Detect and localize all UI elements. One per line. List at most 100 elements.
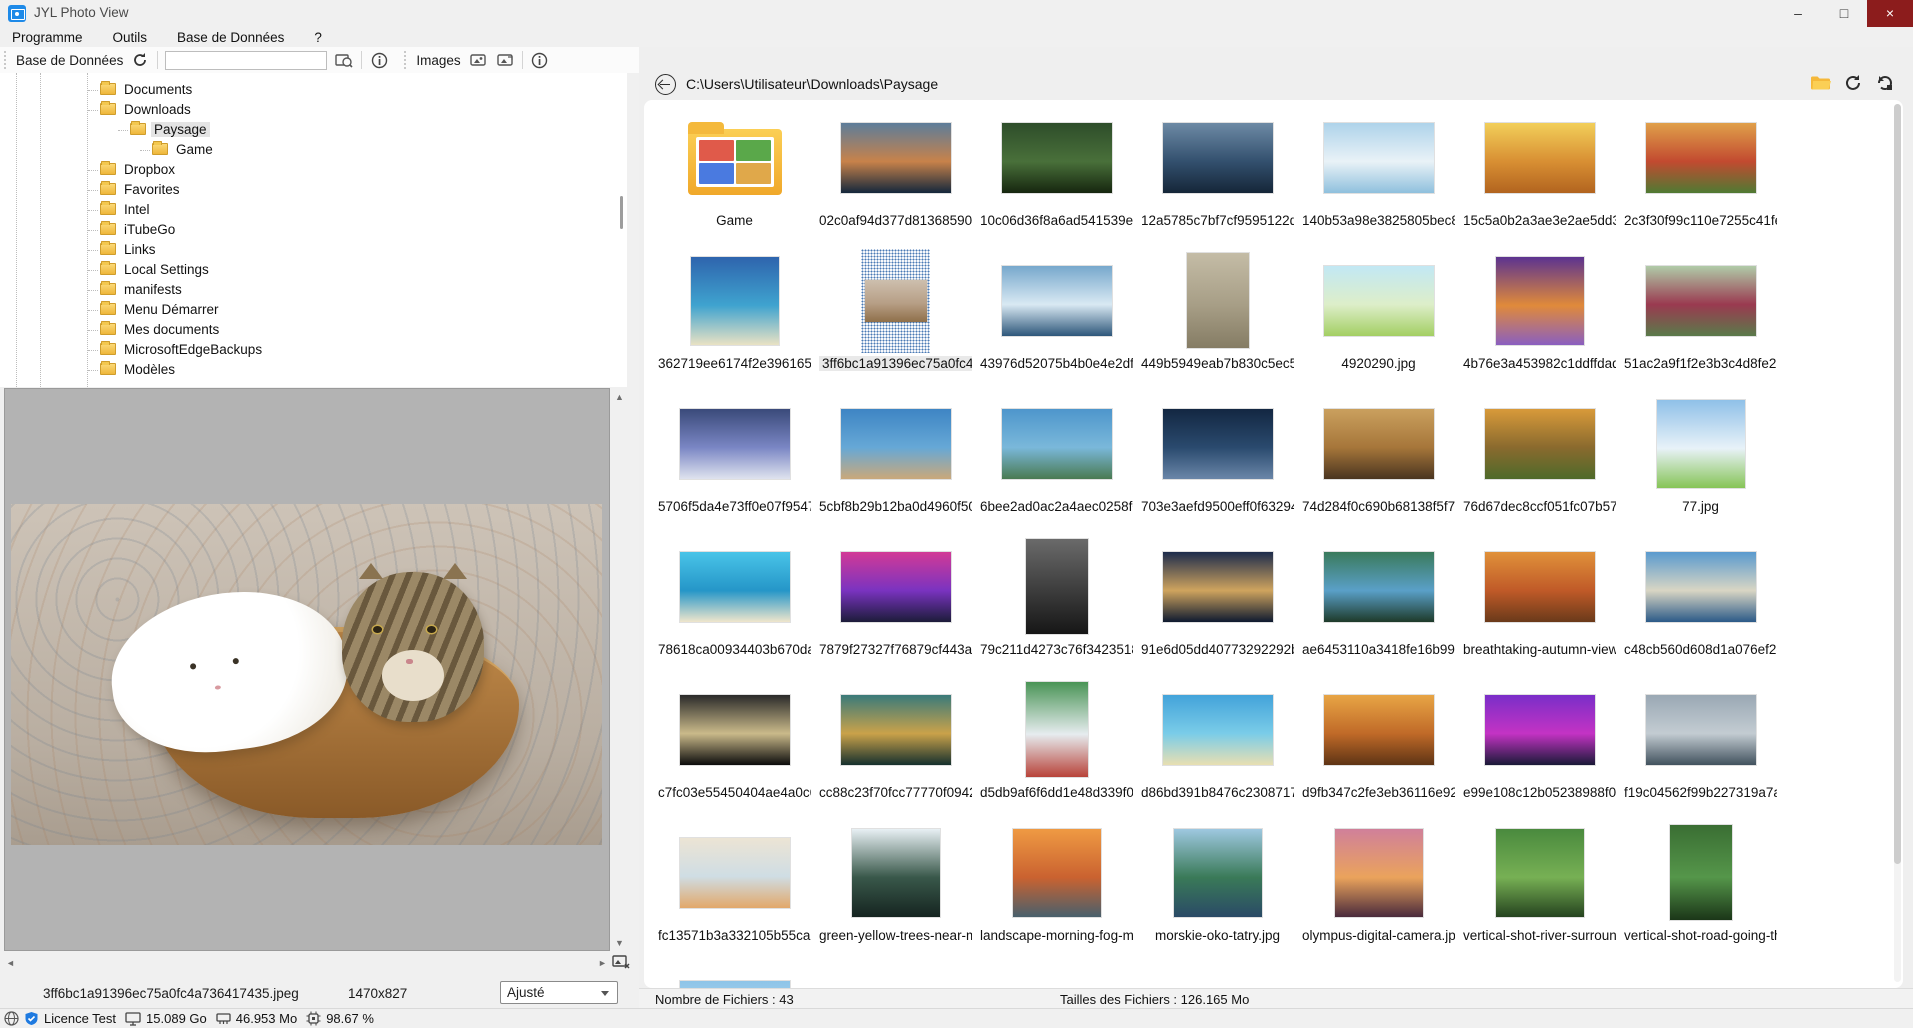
file-item-6bee2ad0ac2a4aec0258f093[interactable]: 6bee2ad0ac2a4aec0258f093... <box>976 391 1137 534</box>
file-item-77-jpg[interactable]: 77.jpg <box>1620 391 1781 534</box>
thumbnail <box>654 105 815 210</box>
file-item-c7fc03e55450404ae4a0c68b[interactable]: c7fc03e55450404ae4a0c68b... <box>654 677 815 820</box>
maximize-button[interactable]: □ <box>1821 0 1867 27</box>
minimize-button[interactable]: – <box>1775 0 1821 27</box>
folder-item-game[interactable]: Game <box>654 105 815 248</box>
menu-base-de-donnees[interactable]: Base de Données <box>177 30 284 45</box>
window-title: JYL Photo View <box>34 5 129 20</box>
file-item-79c211d4273c76f3423518ab[interactable]: 79c211d4273c76f3423518ab... <box>976 534 1137 677</box>
file-item-15c5a0b2a3ae3e2ae5dd3c1[interactable]: 15c5a0b2a3ae3e2ae5dd3c1... <box>1459 105 1620 248</box>
file-item-morskie-oko-tatry-jpg[interactable]: morskie-oko-tatry.jpg <box>1137 820 1298 963</box>
image-rotate-right-icon[interactable] <box>495 51 515 70</box>
scroll-left-icon[interactable]: ◄ <box>6 959 15 968</box>
image-thumbnail <box>691 257 779 345</box>
file-item-d5db9af6f6dd1e48d339f03f[interactable]: d5db9af6f6dd1e48d339f03f... <box>976 677 1137 820</box>
file-item-vertical-shot-road-going-th[interactable]: vertical-shot-road-going-th... <box>1620 820 1781 963</box>
scroll-right-icon[interactable]: ► <box>598 959 607 968</box>
file-item-2c3f30f99c110e7255c41fefd[interactable]: 2c3f30f99c110e7255c41fefd... <box>1620 105 1781 248</box>
tree-item-downloads[interactable]: Downloads <box>0 100 627 120</box>
file-item-7879f27327f76879cf443ad2[interactable]: 7879f27327f76879cf443ad2... <box>815 534 976 677</box>
scroll-down-icon[interactable]: ▼ <box>615 939 624 948</box>
refresh-folder-icon[interactable] <box>1841 71 1865 95</box>
image-rotate-left-icon[interactable] <box>468 51 488 70</box>
file-item-703e3aefd9500eff0f63294bc[interactable]: 703e3aefd9500eff0f63294bc... <box>1137 391 1298 534</box>
search-input[interactable] <box>165 51 327 70</box>
close-preview-icon[interactable] <box>612 954 630 970</box>
file-item-362719ee6174f2e3961655ce[interactable]: 362719ee6174f2e3961655ce... <box>654 248 815 391</box>
file-item-fc13571b3a332105b55ca9d4[interactable]: fc13571b3a332105b55ca9d4... <box>654 820 815 963</box>
thumbnail <box>1620 105 1781 210</box>
file-item-vertical-shot-river-surroun[interactable]: vertical-shot-river-surroun... <box>1459 820 1620 963</box>
database-info-icon[interactable] <box>369 51 389 70</box>
thumbnail <box>1298 248 1459 353</box>
images-info-icon[interactable] <box>530 51 550 70</box>
thumbnail <box>654 534 815 639</box>
file-item-449b5949eab7b830c5ec5a4[interactable]: 449b5949eab7b830c5ec5a4... <box>1137 248 1298 391</box>
tree-item-mod-les[interactable]: Modèles <box>0 360 627 380</box>
file-item-d9fb347c2fe3eb36116e9214[interactable]: d9fb347c2fe3eb36116e9214... <box>1298 677 1459 820</box>
tree-item-paysage[interactable]: Paysage <box>0 120 627 140</box>
file-name-label: f19c04562f99b227319a7aef7... <box>1624 785 1777 802</box>
back-button[interactable] <box>655 74 676 95</box>
file-item-5cbf8b29b12ba0d4960f509[interactable]: 5cbf8b29b12ba0d4960f509... <box>815 391 976 534</box>
file-item-74d284f0c690b68138f5f7fb6[interactable]: 74d284f0c690b68138f5f7fb6... <box>1298 391 1459 534</box>
file-item-91e6d05dd40773292292bad[interactable]: 91e6d05dd40773292292bad... <box>1137 534 1298 677</box>
image-thumbnail <box>1002 123 1112 193</box>
menu-programme[interactable]: Programme <box>12 30 83 45</box>
preview-info-row: 3ff6bc1a91396ec75a0fc4a736417435.jpeg 14… <box>0 979 639 1011</box>
disk-icon <box>125 1012 141 1026</box>
tree-item-game[interactable]: Game <box>0 140 627 160</box>
redo-icon[interactable] <box>1873 71 1897 95</box>
file-item-f19c04562f99b227319a7aef7[interactable]: f19c04562f99b227319a7aef7... <box>1620 677 1781 820</box>
file-item-43976d52075b4b0e4e2df60[interactable]: 43976d52075b4b0e4e2df60... <box>976 248 1137 391</box>
thumbnail <box>654 248 815 353</box>
file-item-02c0af94d377d81368590d9d[interactable]: 02c0af94d377d81368590d9d... <box>815 105 976 248</box>
tree-item-menu-d-marrer[interactable]: Menu Démarrer <box>0 300 627 320</box>
file-item-4920290-jpg[interactable]: 4920290.jpg <box>1298 248 1459 391</box>
file-item-5706f5da4e73ff0e07f9547e4[interactable]: 5706f5da4e73ff0e07f9547e4... <box>654 391 815 534</box>
file-item-landscape-morning-fog-m[interactable]: landscape-morning-fog-m... <box>976 820 1137 963</box>
tree-item-intel[interactable]: Intel <box>0 200 627 220</box>
grid-scrollbar[interactable] <box>1894 104 1901 982</box>
refresh-database-icon[interactable] <box>130 51 150 70</box>
tree-item-links[interactable]: Links <box>0 240 627 260</box>
file-item-3ff6bc1a91396ec75a0fc4a73[interactable]: 3ff6bc1a91396ec75a0fc4a73... <box>815 248 976 391</box>
file-item-12a5785c7bf7cf9595122d7b[interactable]: 12a5785c7bf7cf9595122d7b... <box>1137 105 1298 248</box>
close-button[interactable]: × <box>1867 0 1913 27</box>
tree-item-documents[interactable]: Documents <box>0 80 627 100</box>
file-item-item[interactable] <box>654 963 815 988</box>
tree-item-manifests[interactable]: manifests <box>0 280 627 300</box>
search-image-icon[interactable] <box>334 51 354 70</box>
menu-outils[interactable]: Outils <box>113 30 148 45</box>
file-item-78618ca00934403b670da09[interactable]: 78618ca00934403b670da09... <box>654 534 815 677</box>
menu-help[interactable]: ? <box>314 30 322 45</box>
scroll-up-icon[interactable]: ▲ <box>615 393 624 402</box>
zoom-mode-select[interactable]: Ajusté <box>500 981 618 1004</box>
tree-item-favorites[interactable]: Favorites <box>0 180 627 200</box>
file-item-e99e108c12b05238988f097e[interactable]: e99e108c12b05238988f097e... <box>1459 677 1620 820</box>
file-item-4b76e3a453982c1ddffdadb[interactable]: 4b76e3a453982c1ddffdadb... <box>1459 248 1620 391</box>
file-count: Nombre de Fichiers : 43 <box>655 992 794 1007</box>
file-item-c48cb560d608d1a076ef2cc4[interactable]: c48cb560d608d1a076ef2cc4... <box>1620 534 1781 677</box>
file-item-olympus-digital-camera-jpg[interactable]: olympus-digital-camera.jpg <box>1298 820 1459 963</box>
tree-item-local-settings[interactable]: Local Settings <box>0 260 627 280</box>
thumbnail <box>815 534 976 639</box>
tree-item-dropbox[interactable]: Dropbox <box>0 160 627 180</box>
file-item-cc88c23f70fcc77770f094298[interactable]: cc88c23f70fcc77770f094298... <box>815 677 976 820</box>
file-item-green-yellow-trees-near-m[interactable]: green-yellow-trees-near-m... <box>815 820 976 963</box>
thumbnail <box>976 248 1137 353</box>
tree-item-label: manifests <box>121 282 185 297</box>
file-item-10c06d36f8a6ad541539e236[interactable]: 10c06d36f8a6ad541539e236... <box>976 105 1137 248</box>
tree-item-microsoftedgebackups[interactable]: MicrosoftEdgeBackups <box>0 340 627 360</box>
open-folder-icon[interactable] <box>1809 71 1833 95</box>
file-item-140b53a98e3825805bec89e[interactable]: 140b53a98e3825805bec89e... <box>1298 105 1459 248</box>
file-item-ae6453110a3418fe16b993ef[interactable]: ae6453110a3418fe16b993ef... <box>1298 534 1459 677</box>
tree-item-mes-documents[interactable]: Mes documents <box>0 320 627 340</box>
file-item-76d67dec8ccf051fc07b57f7[interactable]: 76d67dec8ccf051fc07b57f7... <box>1459 391 1620 534</box>
file-item-51ac2a9f1f2e3b3c4d8fe2a1[interactable]: 51ac2a9f1f2e3b3c4d8fe2a1... <box>1620 248 1781 391</box>
tree-scrollbar[interactable] <box>620 196 623 229</box>
file-item-d86bd391b8476c2308717c0[interactable]: d86bd391b8476c2308717c0... <box>1137 677 1298 820</box>
tree-item-itubego[interactable]: iTubeGo <box>0 220 627 240</box>
folder-icon <box>100 263 116 275</box>
file-item-breathtaking-autumn-view[interactable]: breathtaking-autumn-view... <box>1459 534 1620 677</box>
